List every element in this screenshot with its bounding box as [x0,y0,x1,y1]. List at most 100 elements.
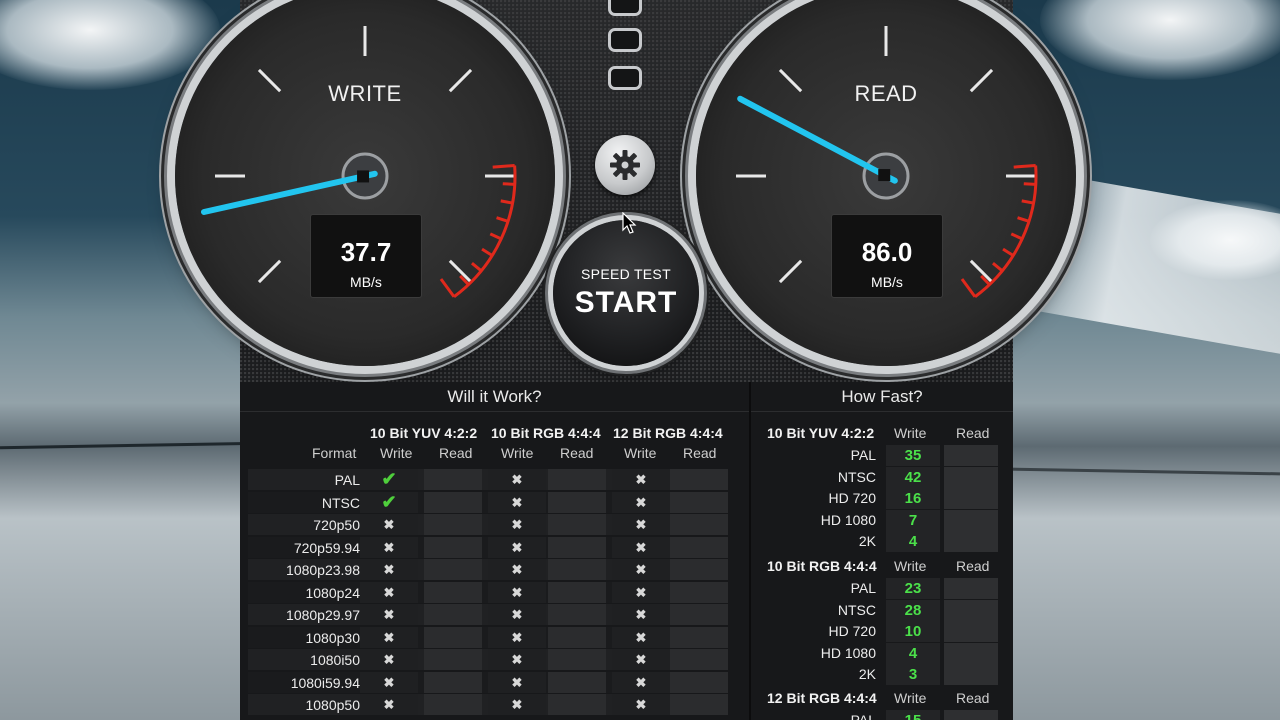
read-cell [424,581,482,603]
gear-icon [610,150,640,180]
cross-icon: ✖ [360,649,418,670]
read-cell [670,514,728,535]
cross-icon: ✖ [612,514,670,535]
cross-icon: ✖ [612,671,670,693]
panel-divider [749,382,751,720]
read-gauge: READ 86.0 MB/s [696,0,1076,366]
read-cell [548,469,606,490]
cross-icon: ✖ [360,559,418,580]
write-column-header: Write [501,445,534,461]
cross-icon: ✖ [488,581,546,603]
cross-icon: ✖ [488,491,546,513]
write-column-header: Write [894,690,927,706]
how-fast-row: PAL 35 [756,445,1006,466]
read-column-header: Read [439,445,473,461]
table-row: 1080p30 ✖ ✖ ✖ [248,626,728,650]
write-gauge-dial [200,26,517,298]
read-speed-cell [944,578,998,599]
format-cell: 1080p50 [305,697,360,713]
read-cell [424,559,482,580]
table-row: 1080i59.94 ✖ ✖ ✖ [248,671,728,695]
table-row: 1080p23.98 ✖ ✖ ✖ [248,559,728,582]
read-cell [424,694,482,715]
format-cell: 1080p29.97 [286,607,360,623]
read-cell [670,694,728,715]
write-column-header: Write [894,558,927,574]
will-it-work-table: PAL ✔ ✖ ✖ NTSC ✔ ✖ ✖ 720p50 ✖ ✖ ✖ 720p59.94 ✖ ✖ ✖ 1080p2… [248,469,728,717]
cross-icon: ✖ [360,581,418,603]
cross-icon: ✖ [360,604,418,625]
table-row: 1080p50 ✖ ✖ ✖ [248,694,728,717]
how-fast-row: HD 720 16 [756,488,1006,509]
table-row: 1080p29.97 ✖ ✖ ✖ [248,604,728,627]
read-cell [424,469,482,490]
read-cell [424,649,482,670]
group-header: 10 Bit RGB 4:4:4 [491,425,601,441]
cross-icon: ✖ [612,694,670,715]
background-cloud [1040,0,1280,80]
format-cell: PAL [334,472,360,488]
pointer-cursor-icon [622,212,637,234]
how-fast-row: 2K 3 [756,664,1006,685]
start-speed-test-button[interactable]: SPEED TEST START [553,220,699,366]
write-speed-cell: 3 [886,664,940,685]
read-cell [670,536,728,558]
read-cell [424,671,482,693]
read-column-header: Read [560,445,594,461]
how-fast-block-title: 10 Bit RGB 4:4:4 [767,558,877,574]
cross-icon: ✖ [488,626,546,648]
write-column-header: Write [624,445,657,461]
cross-icon: ✖ [488,649,546,670]
cross-icon: ✖ [612,649,670,670]
gauge-redzone-tick [496,216,509,223]
background-dock-line [1009,467,1280,476]
read-speed-cell [944,531,998,552]
gauge-redzone-tick [1002,247,1015,257]
gauge-tick [448,259,473,284]
read-cell [548,649,606,670]
write-speed-cell: 23 [886,578,940,599]
how-fast-row: HD 1080 4 [756,642,1006,664]
format-cell: HD 1080 [820,511,876,528]
cross-icon: ✖ [488,671,546,693]
gauge-tick [257,259,282,284]
write-speed-cell: 42 [886,466,940,488]
gauge-redzone-tick [1021,199,1034,205]
read-speed-cell [944,509,998,531]
read-cell [548,536,606,558]
how-fast-row: PAL 23 [756,578,1006,599]
how-fast-row: NTSC 28 [756,599,1006,621]
read-cell [424,514,482,535]
table-row: 720p50 ✖ ✖ ✖ [248,514,728,537]
gauge-redzone-tick [439,278,456,298]
check-icon: ✔ [360,491,418,513]
read-column-header: Read [956,558,990,574]
format-cell: PAL [850,447,876,463]
format-cell: 720p50 [313,517,360,533]
gauge-redzone-tick [1013,164,1036,169]
gauge-hub-cap [357,170,370,183]
how-fast-row: HD 720 10 [756,621,1006,642]
read-cell [424,604,482,625]
how-fast-block-title: 10 Bit YUV 4:2:2 [767,425,875,441]
group-header: 12 Bit RGB 4:4:4 [613,425,723,441]
start-button-label: START [574,286,678,319]
read-speed-cell [944,664,998,685]
read-column-header: Read [683,445,717,461]
table-row: 720p59.94 ✖ ✖ ✖ [248,536,728,560]
read-speed-cell [944,445,998,466]
write-speed-cell: 28 [886,599,940,621]
read-cell [670,491,728,513]
format-cell: 1080p30 [305,629,360,646]
format-cell: 2K [858,666,876,682]
cross-icon: ✖ [488,694,546,715]
gauge-redzone-tick [492,164,515,169]
table-row: 1080i50 ✖ ✖ ✖ [248,649,728,672]
cross-icon: ✖ [488,469,546,490]
write-column-header: Write [894,425,927,441]
write-speed-cell: 4 [886,642,940,664]
settings-button[interactable] [595,135,655,195]
write-readout: 37.7 MB/s [310,214,422,298]
gauge-redzone-tick [481,247,494,257]
cross-icon: ✖ [360,536,418,558]
